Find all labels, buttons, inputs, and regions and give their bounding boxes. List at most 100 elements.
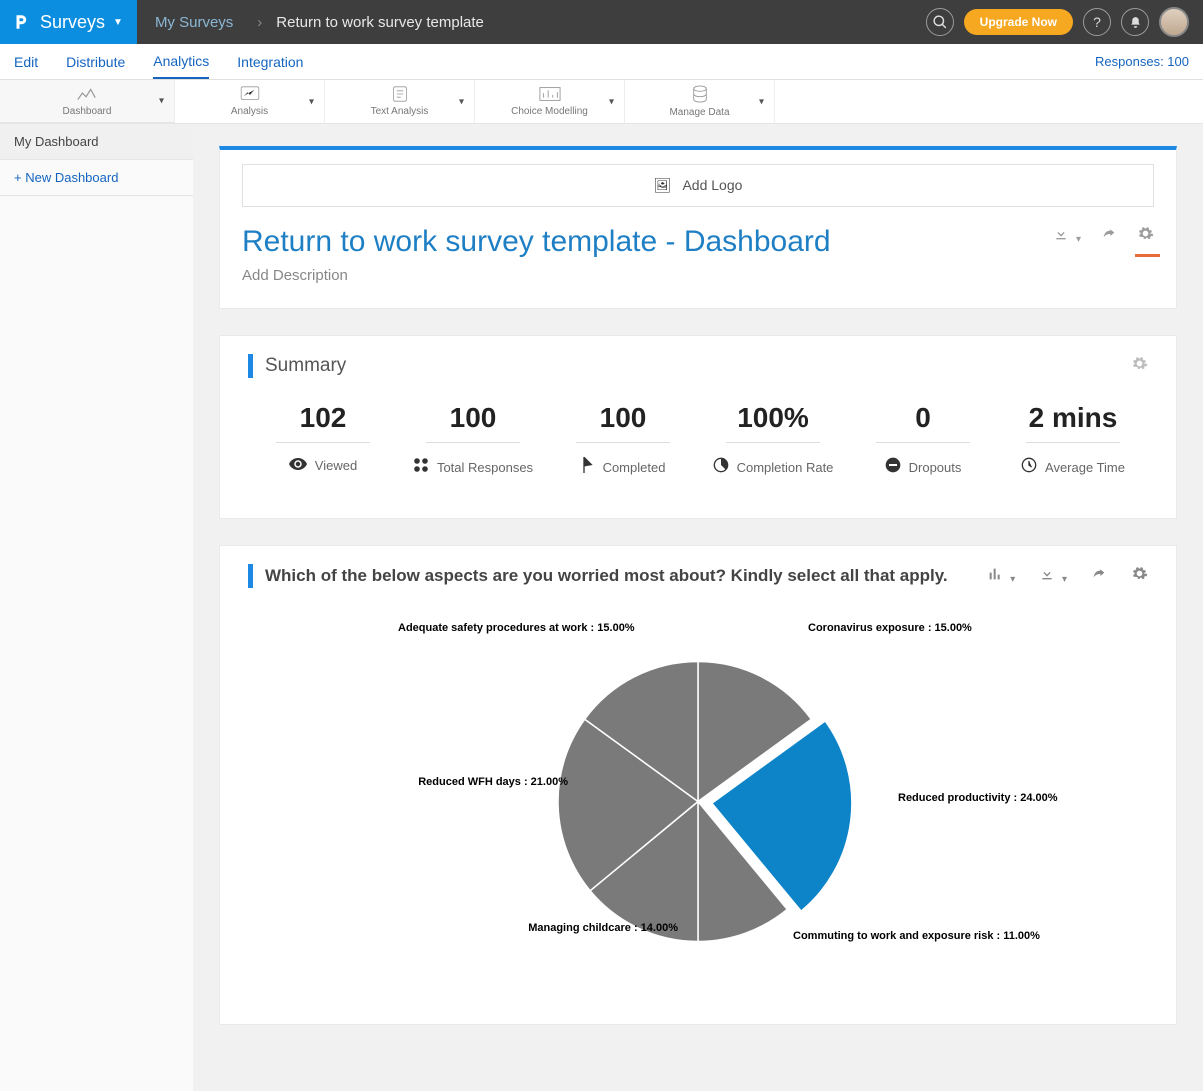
tooltab-dashboard[interactable]: Dashboard ▾ [0, 80, 175, 123]
brand-logo-icon [12, 13, 30, 31]
text-analysis-icon [391, 86, 409, 106]
caret-down-icon: ▾ [759, 96, 764, 107]
download-icon [1053, 226, 1069, 242]
share-icon [1101, 226, 1117, 242]
breadcrumb-root[interactable]: My Surveys [155, 14, 233, 31]
tooltab-choice-modelling[interactable]: Choice Modelling ▾ [475, 80, 625, 123]
topbar-actions: Upgrade Now ? [926, 7, 1203, 37]
add-logo-button[interactable]: 🖼 Add Logo [242, 164, 1154, 207]
metric-label: Completion Rate [737, 460, 834, 475]
summary-title: Summary [265, 355, 1131, 377]
metric-label-row: Average Time [1021, 457, 1125, 477]
pie-slice-label: Adequate safety procedures at work : 15.… [398, 622, 628, 634]
search-button[interactable] [926, 8, 954, 36]
subnav-analytics[interactable]: Analytics [153, 45, 209, 79]
metric-label-row: Total Responses [413, 457, 533, 477]
choice-modelling-icon [539, 86, 561, 106]
summary-panel: Summary 102 Viewed 100Total Responses 100 Co… [219, 335, 1177, 519]
metric-label: Average Time [1045, 460, 1125, 475]
chart-settings-button[interactable] [1131, 565, 1148, 587]
metric-value: 102 [276, 402, 370, 443]
brand-label: Surveys [40, 12, 105, 33]
dashboard-title[interactable]: Return to work survey template - Dashboa… [242, 225, 1053, 259]
dashboard-description[interactable]: Add Description [242, 267, 1053, 284]
notifications-button[interactable] [1121, 8, 1149, 36]
summary-settings-button[interactable] [1131, 355, 1148, 377]
metric-label-row: Dropouts [885, 457, 962, 477]
share-button[interactable] [1101, 226, 1117, 247]
gear-icon [1131, 355, 1148, 372]
analysis-icon [240, 86, 260, 106]
caret-down-icon: ▼ [113, 17, 123, 28]
add-logo-label: Add Logo [682, 177, 742, 193]
breadcrumb: My Surveys › Return to work survey templ… [137, 14, 502, 31]
help-button[interactable]: ? [1083, 8, 1111, 36]
chart-type-button[interactable]: ▾ [987, 566, 1015, 587]
subnav-distribute[interactable]: Distribute [66, 46, 125, 78]
metric-label: Total Responses [437, 460, 533, 475]
grid-icon [413, 457, 429, 477]
upgrade-button[interactable]: Upgrade Now [964, 9, 1073, 35]
gear-icon [1131, 565, 1148, 582]
gear-icon [1137, 225, 1154, 242]
database-icon [691, 85, 709, 107]
tooltab-label: Choice Modelling [511, 106, 588, 117]
eye-icon [289, 457, 307, 474]
sidebar: My Dashboard New Dashboard [0, 124, 193, 1091]
minus-circle-icon [885, 457, 901, 477]
pie-slice-label: Coronavirus exposure : 15.00% [808, 622, 972, 634]
pie-icon [713, 457, 729, 477]
summary-metric: 2 minsAverage Time [998, 402, 1148, 478]
summary-metric: 0 Dropouts [848, 402, 998, 478]
metric-value: 0 [876, 402, 970, 443]
chart-actions: ▾ ▾ [987, 565, 1148, 587]
caret-down-icon: ▾ [609, 96, 614, 107]
breadcrumb-current: Return to work survey template [276, 14, 484, 31]
sidebar-item-my-dashboard[interactable]: My Dashboard [0, 124, 193, 160]
image-icon: 🖼 [654, 177, 672, 193]
metric-value: 100% [726, 402, 820, 443]
pie-slice-label: Managing childcare : 14.00% [498, 922, 678, 934]
pie-slice-label: Reduced WFH days : 21.00% [368, 776, 568, 788]
section-accent-bar [248, 564, 253, 588]
share-icon [1091, 566, 1107, 582]
summary-grid: 102 Viewed 100Total Responses 100 Completed 1… [248, 402, 1148, 478]
bar-chart-icon [987, 566, 1003, 582]
tooltab-manage-data[interactable]: Manage Data ▾ [625, 80, 775, 123]
settings-button[interactable] [1137, 225, 1154, 247]
brand-menu[interactable]: Surveys ▼ [0, 0, 137, 44]
chart-share-button[interactable] [1091, 566, 1107, 587]
chart-download-button[interactable]: ▾ [1039, 566, 1067, 587]
tooltab-label: Text Analysis [371, 106, 429, 117]
main: 🖼 Add Logo Return to work survey templat… [193, 124, 1203, 1091]
summary-metric: 100Total Responses [398, 402, 548, 478]
metric-value: 100 [576, 402, 670, 443]
layout: My Dashboard New Dashboard 🖼 Add Logo Re… [0, 124, 1203, 1091]
summary-metric: 100% Completion Rate [698, 402, 848, 478]
subnav-integration[interactable]: Integration [237, 46, 303, 78]
subnav: Edit Distribute Analytics Integration Re… [0, 44, 1203, 80]
toolbar: Dashboard ▾ Analysis ▾ Text Analysis ▾ C… [0, 80, 1203, 124]
metric-label-row: Viewed [289, 457, 357, 474]
question-title: Which of the below aspects are you worri… [265, 566, 987, 586]
caret-down-icon: ▾ [459, 96, 464, 107]
topbar: Surveys ▼ My Surveys › Return to work su… [0, 0, 1203, 44]
flag-icon [581, 457, 595, 477]
tooltab-text-analysis[interactable]: Text Analysis ▾ [325, 80, 475, 123]
sidebar-item-new-dashboard[interactable]: New Dashboard [0, 160, 193, 196]
question-chart-panel: Which of the below aspects are you worri… [219, 545, 1177, 1025]
header-actions: ▾ [1053, 225, 1154, 247]
responses-count[interactable]: Responses: 100 [1095, 54, 1189, 69]
metric-label-row: Completion Rate [713, 457, 834, 477]
tooltab-label: Manage Data [669, 107, 729, 118]
bell-icon [1129, 16, 1142, 29]
dashboard-icon [76, 86, 98, 106]
search-icon [933, 15, 947, 29]
metric-label-row: Completed [581, 457, 666, 477]
metric-label: Dropouts [909, 460, 962, 475]
pie-slice-label: Commuting to work and exposure risk : 11… [793, 930, 1040, 942]
avatar[interactable] [1159, 7, 1189, 37]
download-button[interactable]: ▾ [1053, 226, 1081, 247]
subnav-edit[interactable]: Edit [14, 46, 38, 78]
tooltab-analysis[interactable]: Analysis ▾ [175, 80, 325, 123]
